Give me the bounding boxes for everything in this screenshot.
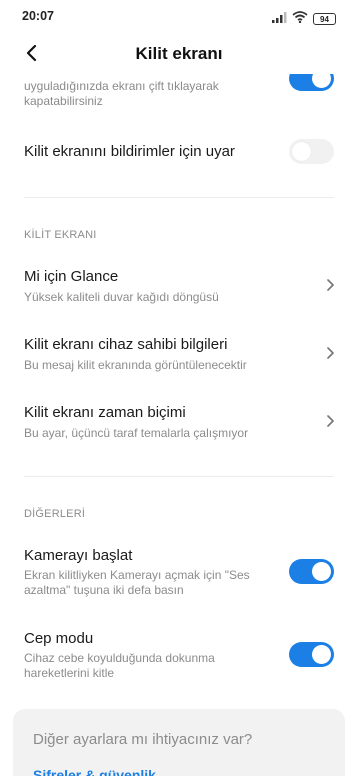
partial-setting-subtitle: uyguladığınızda ekranı çift tıklayarak k…	[24, 79, 219, 108]
signal-icon	[272, 10, 287, 28]
owner-info-title: Kilit ekranı cihaz sahibi bilgileri	[24, 336, 228, 353]
owner-info-subtitle: Bu mesaj kilit ekranında görüntülenecekt…	[24, 358, 247, 372]
camera-launch-toggle[interactable]	[289, 559, 334, 584]
wifi-icon	[292, 10, 308, 28]
more-settings-card: Diğer ayarlara mı ihtiyacınız var? Şifre…	[13, 709, 345, 776]
page-title: Kilit ekranı	[135, 44, 223, 63]
chevron-right-icon	[322, 277, 338, 293]
passwords-security-link[interactable]: Şifreler & güvenlik	[33, 767, 156, 776]
section-label-others: DİĞERLERİ	[24, 508, 86, 520]
section-label-lock-screen: KİLİT EKRANI	[24, 229, 97, 241]
partial-setting-toggle[interactable]	[289, 74, 334, 91]
camera-launch-subtitle: Ekran kilitliyken Kamerayı açmak için "S…	[24, 568, 250, 597]
pocket-mode-subtitle: Cihaz cebe koyulduğunda dokunma hareketl…	[24, 651, 215, 680]
glance-row[interactable]: Mi için Glance Yüksek kaliteli duvar kağ…	[0, 262, 358, 318]
notification-wake-toggle[interactable]	[289, 139, 334, 164]
chevron-right-icon	[322, 345, 338, 361]
time-format-row[interactable]: Kilit ekranı zaman biçimi Bu ayar, üçünc…	[0, 398, 358, 454]
more-settings-title: Diğer ayarlara mı ihtiyacınız var?	[33, 731, 253, 748]
time-format-title: Kilit ekranı zaman biçimi	[24, 404, 186, 421]
status-icons: 94	[272, 10, 336, 28]
glance-subtitle: Yüksek kaliteli duvar kağıdı döngüsü	[24, 290, 219, 304]
toggle-knob	[312, 562, 331, 581]
toggle-knob	[292, 142, 311, 161]
glance-title: Mi için Glance	[24, 268, 119, 285]
pocket-mode-row[interactable]: Cep modu Cihaz cebe koyulduğunda dokunma…	[0, 624, 358, 686]
time-format-subtitle: Bu ayar, üçüncü taraf temalarla çalışmıy…	[24, 426, 249, 440]
divider	[24, 476, 334, 477]
header: Kilit ekranı	[0, 34, 358, 74]
owner-info-row[interactable]: Kilit ekranı cihaz sahibi bilgileri Bu m…	[0, 330, 358, 386]
toggle-knob	[312, 74, 331, 88]
status-time: 20:07	[22, 9, 54, 23]
notification-wake-row[interactable]: Kilit ekranını bildirimler için uyar	[0, 130, 358, 175]
battery-icon: 94	[313, 13, 336, 25]
camera-launch-row[interactable]: Kamerayı başlat Ekran kilitliyken Kamera…	[0, 541, 358, 603]
chevron-right-icon	[322, 413, 338, 429]
notification-wake-title: Kilit ekranını bildirimler için uyar	[24, 143, 235, 160]
divider	[24, 197, 334, 198]
pocket-mode-toggle[interactable]	[289, 642, 334, 667]
partial-setting-row[interactable]: uyguladığınızda ekranı çift tıklayarak k…	[0, 74, 358, 116]
pocket-mode-title: Cep modu	[24, 630, 94, 647]
toggle-knob	[312, 645, 331, 664]
camera-launch-title: Kamerayı başlat	[24, 547, 133, 564]
status-bar: 20:07 94	[0, 0, 358, 34]
